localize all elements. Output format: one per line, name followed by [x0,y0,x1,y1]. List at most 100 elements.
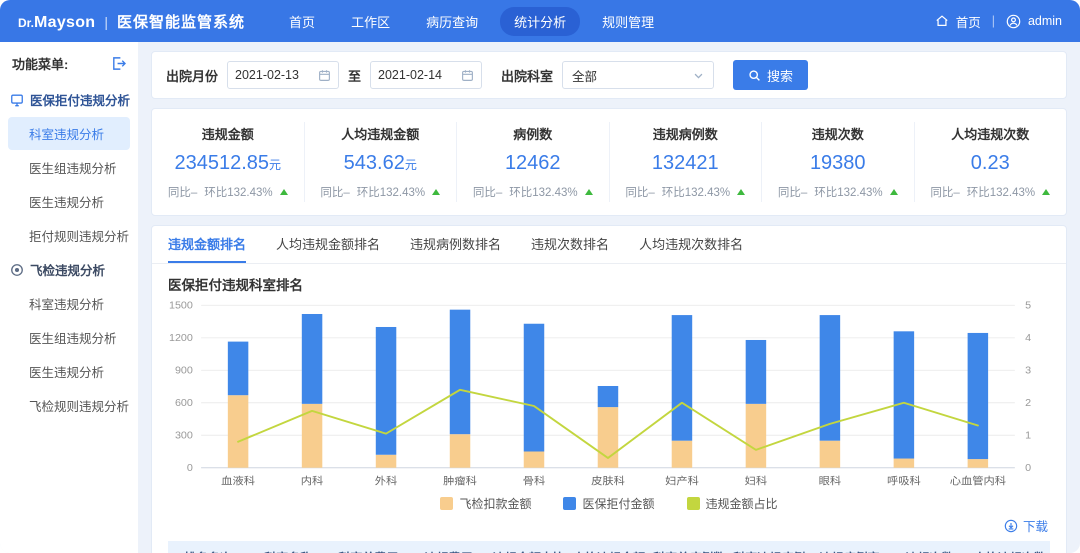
kpi-yoy: 同比– [625,187,655,199]
tab-per-capita-count-rank[interactable]: 人均违规次数排名 [639,226,743,263]
col-rank: 排名名次 [168,541,249,553]
sidebar-item-doctor-group-violation-1[interactable]: 医生组违规分析 [8,151,130,184]
nav-item-record-query[interactable]: 病历查询 [412,7,492,36]
kpi-violation-count: 违规次数 19380 同比– 环比132.43% [762,122,915,202]
legend-swatch-green [686,496,700,510]
navbar-username[interactable]: admin [1028,14,1062,28]
legend-flight-deduction[interactable]: 飞检扣款金额 [440,495,531,512]
kpi-mom: 环比132.43% [661,187,731,199]
kpi-label: 违规病例数 [652,127,718,142]
col-dept-total-fee: 科室总费用 [328,541,409,553]
sidebar-group-header-flight[interactable]: 飞检违规分析 [8,253,130,286]
col-per-capita-count: 人均违规次数 [969,541,1050,553]
discharge-month-label: 出院月份 [166,68,219,84]
svg-text:外科: 外科 [375,475,398,487]
kpi-yoy: 同比– [167,187,198,199]
kpi-violation-amount: 违规金额 234512.85元 同比– 环比132.43% [152,122,305,202]
kpi-label: 病例数 [513,127,553,142]
svg-text:900: 900 [175,366,193,376]
app-window: Dr. Mayson | 医保智能监管系统 首页 工作区 病历查询 统计分析 规则… [0,0,1080,553]
svg-text:内科: 内科 [301,475,324,487]
sidebar-group-label: 飞检违规分析 [30,264,106,278]
sidebar-item-flight-rule-violation[interactable]: 飞检规则违规分析 [8,389,130,422]
kpi-violation-case-count: 违规病例数 132421 同比– 环比132.43% [610,122,762,202]
date-from-value: 2021-02-13 [235,68,299,82]
kpi-label: 违规次数 [811,127,864,142]
sidebar-item-dept-violation-1[interactable]: 科室违规分析 [8,117,130,150]
date-to-input[interactable]: 2021-02-14 [370,61,483,89]
search-icon [748,69,761,82]
svg-text:3: 3 [1025,366,1031,376]
kpi-value: 234512.85 [174,152,270,174]
svg-text:0: 0 [1025,463,1031,473]
logo-separator: | [104,13,109,30]
legend-swatch-blue [563,496,577,510]
sidebar-group-flight-inspection: 飞检违规分析 科室违规分析 医生组违规分析 医生违规分析 飞检规则违规分析 [8,253,130,422]
sidebar-item-doctor-violation-2[interactable]: 医生违规分析 [8,355,130,388]
svg-text:1500: 1500 [169,301,193,311]
tab-violation-case-rank[interactable]: 违规病例数排名 [410,226,501,263]
kpi-cards: 违规金额 234512.85元 同比– 环比132.43% 人均违规金额 543.… [151,108,1067,216]
legend-swatch-orange [440,496,454,510]
col-dept-violation-cases: 科室违规病例 [729,541,810,553]
nav-item-rule-management[interactable]: 规则管理 [588,7,668,36]
kpi-value: 12462 [504,152,561,174]
legend-label: 飞检扣款金额 [459,496,532,511]
navbar-right: 首页 | admin [935,12,1062,31]
sidebar-item-doctor-group-violation-2[interactable]: 医生组违规分析 [8,321,130,354]
navbar-divider: | [991,14,995,28]
svg-text:0: 0 [187,463,193,473]
up-arrow-icon [737,189,746,195]
sidebar-group-label: 医保拒付违规分析 [30,94,131,108]
logo-prefix: Dr. [18,15,35,30]
sidebar-item-doctor-violation-1[interactable]: 医生违规分析 [8,185,130,218]
sidebar-group-header-insurance[interactable]: 医保拒付违规分析 [8,83,130,116]
download-link[interactable]: 下载 [152,514,1066,539]
app-logo: Dr. Mayson | 医保智能监管系统 [18,11,245,32]
kpi-value: 543.62 [343,152,405,174]
download-icon [1004,519,1018,533]
ranking-tabs: 违规金额排名 人均违规金额排名 违规病例数排名 违规次数排名 人均违规次数排名 [152,226,1066,264]
kpi-label: 人均违规次数 [951,127,1030,142]
svg-text:1200: 1200 [169,333,193,343]
kpi-yoy: 同比– [777,187,808,199]
sidebar-item-refusal-rule-violation[interactable]: 拒付规则违规分析 [8,219,130,252]
calendar-icon [318,69,331,82]
legend-insurance-refusal[interactable]: 医保拒付金额 [563,495,655,512]
download-label: 下载 [1022,520,1048,534]
legend-violation-ratio[interactable]: 违规金额占比 [686,495,778,512]
legend-label: 医保拒付金额 [582,496,655,511]
top-navbar: Dr. Mayson | 医保智能监管系统 首页 工作区 病历查询 统计分析 规则… [0,0,1080,42]
sidebar-menu-title: 功能菜单: [12,57,69,72]
navbar-home-link[interactable]: 首页 [956,12,981,31]
svg-text:皮肤科: 皮肤科 [591,475,625,487]
department-select[interactable]: 全部 [562,61,715,89]
tab-per-capita-amount-rank[interactable]: 人均违规金额排名 [276,226,380,263]
col-violation-ratio: 违规金额占比 [488,541,569,553]
kpi-label: 违规金额 [201,127,254,142]
kpi-yoy: 同比– [320,187,350,199]
col-violation-fee: 违规费用 [408,541,489,553]
tab-violation-count-rank[interactable]: 违规次数排名 [531,226,609,263]
kpi-yoy: 同比– [930,187,960,199]
svg-text:眼科: 眼科 [819,475,842,487]
sidebar-group-insurance-refusal: 医保拒付违规分析 科室违规分析 医生组违规分析 医生违规分析 拒付规则违规分析 [8,83,130,252]
date-from-input[interactable]: 2021-02-13 [227,61,340,89]
svg-text:4: 4 [1025,333,1031,343]
nav-item-workspace[interactable]: 工作区 [337,7,404,36]
search-button[interactable]: 搜索 [733,60,809,90]
user-icon [1006,14,1021,29]
kpi-per-capita-violation-amount: 人均违规金额 543.62元 同比– 环比132.43% [305,122,457,202]
tab-violation-amount-rank[interactable]: 违规金额排名 [168,226,247,263]
nav-item-home[interactable]: 首页 [275,7,329,36]
svg-text:600: 600 [175,398,193,408]
collapse-sidebar-icon[interactable] [111,56,126,71]
kpi-value: 19380 [809,152,866,174]
sidebar: 功能菜单: 医保拒付违规分析 科室违规分析 医生组违规分析 医生违规分析 拒付规… [0,42,138,553]
nav-item-statistics[interactable]: 统计分析 [500,6,581,36]
kpi-mom: 环比132.43% [509,187,578,199]
search-button-label: 搜索 [767,68,794,84]
sidebar-item-dept-violation-2[interactable]: 科室违规分析 [8,287,130,320]
ranking-table-wrap: 排名名次 科室名称 科室总费用 违规费用 违规金额占比 人均违规金额 科室总病例… [152,539,1066,553]
svg-text:妇产科: 妇产科 [665,475,699,487]
